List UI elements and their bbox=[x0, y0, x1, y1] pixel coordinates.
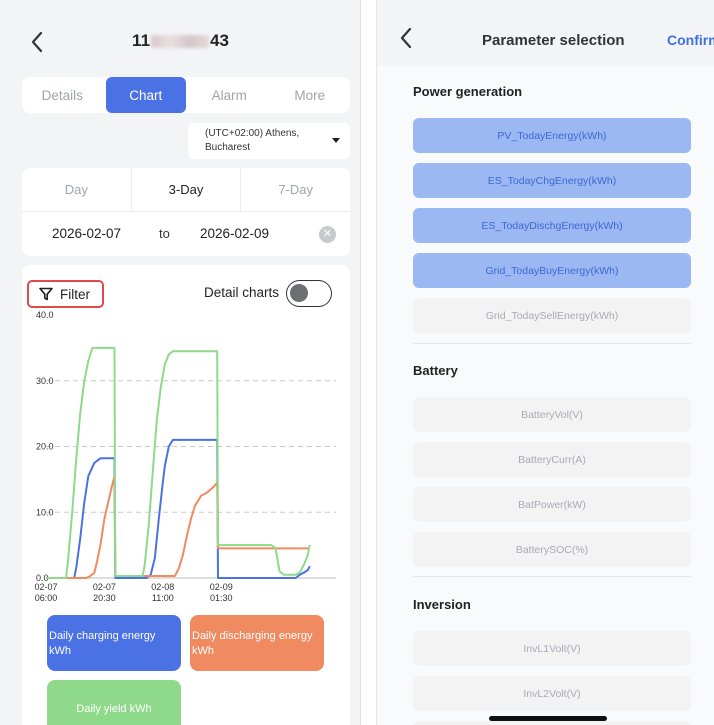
detail-charts-toggle[interactable] bbox=[286, 280, 332, 307]
chart-card: Filter Detail charts 0.0 10.0 20.0 30.0 40.0… bbox=[22, 265, 350, 725]
x-tick-label: 02-09 bbox=[210, 582, 233, 592]
back-button[interactable] bbox=[395, 24, 417, 52]
y-tick-label: 30.0 bbox=[36, 376, 54, 386]
serial-prefix: 11 bbox=[132, 31, 151, 50]
serial-redaction bbox=[151, 35, 210, 49]
x-tick-label: 06:00 bbox=[35, 593, 58, 603]
filter-label: Filter bbox=[60, 286, 90, 302]
header: Parameter selection Confirm bbox=[377, 0, 714, 66]
param-next-partial[interactable] bbox=[413, 721, 691, 725]
param-battery-soc[interactable]: BatterySOC(%) bbox=[413, 532, 691, 567]
parameter-selection-screen: Parameter selection Confirm Power genera… bbox=[376, 0, 714, 725]
funnel-icon bbox=[39, 287, 53, 301]
section-tabs: Details Chart Alarm More bbox=[22, 77, 350, 113]
caret-down-icon bbox=[332, 138, 340, 143]
tab-alarm[interactable]: Alarm bbox=[189, 77, 270, 113]
timezone-select[interactable]: (UTC+02:00) Athens, Bucharest bbox=[188, 123, 350, 159]
range-segment: Day 3-Day 7-Day bbox=[22, 168, 350, 212]
legend-charging[interactable]: Daily charging energy kWh bbox=[47, 615, 181, 671]
series-line-3 bbox=[46, 346, 311, 579]
x-tick-label: 02-07 bbox=[34, 582, 57, 592]
tab-details[interactable]: Details bbox=[22, 77, 103, 113]
detail-charts-label: Detail charts bbox=[204, 285, 280, 300]
timezone-value: (UTC+02:00) Athens, Bucharest bbox=[205, 127, 325, 155]
date-row: 2026-02-07 to 2026-02-09 ✕ bbox=[22, 212, 350, 256]
param-pv-today-energy[interactable]: PV_TodayEnergy(kWh) bbox=[413, 118, 691, 153]
section-divider bbox=[413, 576, 691, 577]
param-inv-l2-volt[interactable]: InvL2Volt(V) bbox=[413, 676, 691, 711]
chevron-left-icon bbox=[400, 27, 412, 49]
confirm-button[interactable]: Confirm bbox=[667, 32, 714, 48]
date-to-label: to bbox=[159, 226, 170, 241]
timezone-line-2: Bucharest bbox=[205, 142, 251, 153]
home-indicator bbox=[489, 716, 607, 721]
section-battery: Battery bbox=[413, 363, 458, 378]
x-tick-label: 11:00 bbox=[152, 593, 174, 603]
x-tick-label: 02-08 bbox=[151, 582, 174, 592]
x-tick-label: 02-07 bbox=[93, 582, 116, 592]
filter-button[interactable]: Filter bbox=[27, 280, 104, 308]
param-grid-today-sell-energy[interactable]: Grid_TodaySellEnergy(kWh) bbox=[413, 298, 691, 333]
timezone-line-1: (UTC+02:00) Athens, bbox=[205, 128, 300, 139]
y-tick-label: 20.0 bbox=[36, 442, 54, 452]
device-serial-title: 11 43 bbox=[0, 31, 360, 51]
range-7-day[interactable]: 7-Day bbox=[241, 168, 350, 211]
serial-suffix: 43 bbox=[210, 31, 229, 50]
param-es-today-chg-energy[interactable]: ES_TodayChgEnergy(kWh) bbox=[413, 163, 691, 198]
range-day[interactable]: Day bbox=[22, 168, 131, 211]
toggle-knob bbox=[290, 284, 308, 302]
section-power-generation: Power generation bbox=[413, 84, 523, 99]
param-es-today-dischg-energy[interactable]: ES_TodayDischgEnergy(kWh) bbox=[413, 208, 691, 243]
section-inversion: Inversion bbox=[413, 597, 471, 612]
legend-discharging[interactable]: Daily discharging energy kWh bbox=[190, 615, 324, 671]
param-inv-l1-volt[interactable]: InvL1Volt(V) bbox=[413, 631, 691, 666]
header: 11 43 bbox=[0, 0, 360, 70]
start-date[interactable]: 2026-02-07 bbox=[52, 226, 121, 241]
param-battery-curr[interactable]: BatteryCurr(A) bbox=[413, 442, 691, 477]
y-tick-label: 40.0 bbox=[36, 310, 54, 320]
x-tick-label: 01:30 bbox=[210, 593, 233, 603]
section-divider bbox=[413, 343, 691, 344]
param-grid-today-buy-energy[interactable]: Grid_TodayBuyEnergy(kWh) bbox=[413, 253, 691, 288]
device-chart-screen: 11 43 Details Chart Alarm More (UTC+02:00… bbox=[0, 0, 361, 725]
range-3-day[interactable]: 3-Day bbox=[132, 168, 241, 211]
page-title: Parameter selection bbox=[482, 32, 625, 49]
series-line-1 bbox=[46, 438, 311, 579]
tab-chart[interactable]: Chart bbox=[105, 77, 186, 113]
energy-line-chart: 0.010.020.030.040.002-0706:0002-0720:300… bbox=[34, 310, 336, 603]
end-date[interactable]: 2026-02-09 bbox=[200, 226, 269, 241]
date-range-card: Day 3-Day 7-Day 2026-02-07 to 2026-02-09… bbox=[22, 168, 350, 256]
legend-yield[interactable]: Daily yield kWh bbox=[47, 680, 181, 725]
y-tick-label: 10.0 bbox=[36, 507, 54, 517]
param-battery-vol[interactable]: BatteryVol(V) bbox=[413, 397, 691, 432]
param-bat-power[interactable]: BatPower(kW) bbox=[413, 487, 691, 522]
tab-more[interactable]: More bbox=[270, 77, 351, 113]
x-tick-label: 20:30 bbox=[93, 593, 116, 603]
clear-date-icon[interactable]: ✕ bbox=[319, 226, 336, 243]
